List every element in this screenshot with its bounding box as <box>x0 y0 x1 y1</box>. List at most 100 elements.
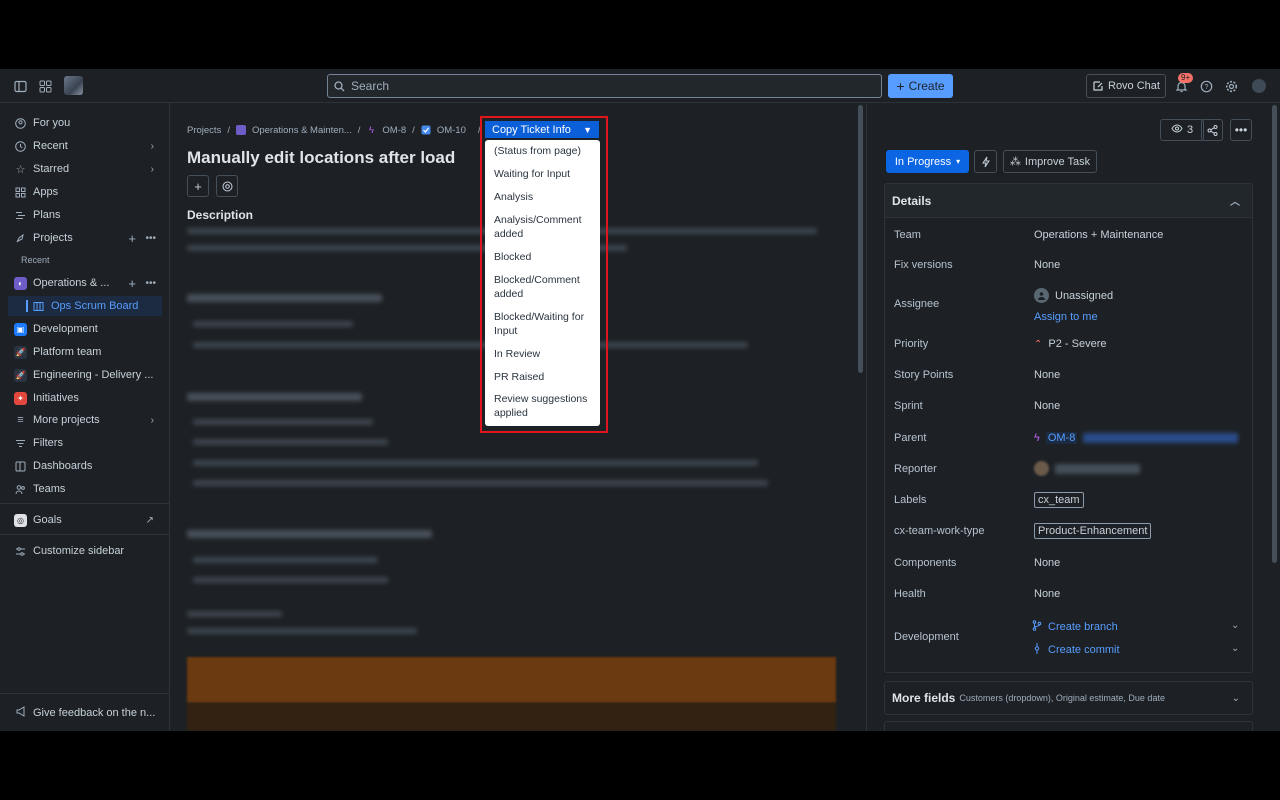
apps-button[interactable] <box>216 175 238 197</box>
settings-gear-icon[interactable] <box>1223 78 1239 94</box>
priority-value[interactable]: ⌃ P2 - Severe <box>1034 338 1106 350</box>
chevron-right-icon: › <box>150 414 154 426</box>
sidebar-toggle-icon[interactable] <box>12 78 28 94</box>
create-commit-label: Create commit <box>1048 644 1120 656</box>
fix-versions-value[interactable]: None <box>1034 259 1060 271</box>
project-icon: ▣ <box>14 322 27 336</box>
assignee-value[interactable]: Unassigned <box>1034 288 1113 303</box>
improve-task-button[interactable]: ⁂ Improve Task <box>1003 150 1097 173</box>
automation-button[interactable] <box>974 150 997 173</box>
team-value[interactable]: Operations + Maintenance <box>1034 229 1163 241</box>
sidebar-item-project-operations[interactable]: ◐ Operations & ... + ••• <box>8 273 162 293</box>
health-value[interactable]: None <box>1034 588 1060 600</box>
main-scrollbar[interactable] <box>858 105 863 373</box>
details-header[interactable]: Details ︿ <box>885 184 1252 218</box>
help-icon[interactable]: ? <box>1198 78 1214 94</box>
chevron-down-icon[interactable]: ⌄ <box>1231 620 1239 631</box>
create-button[interactable]: + Create <box>888 74 953 98</box>
search-input[interactable] <box>351 79 851 93</box>
dropdown-arrow-icon: ▼ <box>583 124 592 135</box>
assign-to-me-link[interactable]: Assign to me <box>1034 311 1098 323</box>
panel-scrollbar[interactable] <box>1272 105 1277 563</box>
more-options-icon[interactable]: ••• <box>145 278 156 289</box>
sidebar-item-projects[interactable]: Projects + ••• <box>8 228 162 248</box>
sidebar-item-initiatives[interactable]: ✦ Initiatives <box>8 388 162 408</box>
labels-value[interactable]: cx_team <box>1034 492 1084 508</box>
copy-ticket-info-button[interactable]: Copy Ticket Info ▼ <box>485 121 599 138</box>
redacted-text <box>193 439 388 445</box>
sidebar-item-dashboards[interactable]: Dashboards <box>8 456 162 476</box>
parent-value[interactable]: ϟ OM-8 <box>1034 432 1239 444</box>
menu-item-analysis-comment-added[interactable]: Analysis/Comment added <box>494 214 594 241</box>
sidebar-item-filters[interactable]: Filters <box>8 433 162 453</box>
external-link-icon[interactable]: ↗ <box>146 515 154 526</box>
issue-title[interactable]: Manually edit locations after load <box>187 148 455 168</box>
board-icon <box>32 300 45 313</box>
sidebar-item-customize[interactable]: Customize sidebar <box>8 541 162 561</box>
more-actions-button[interactable]: ••• <box>1230 119 1252 141</box>
reporter-value[interactable] <box>1034 461 1140 476</box>
sidebar-item-more-projects[interactable]: ≡ More projects › <box>8 410 162 430</box>
search-icon <box>334 80 345 91</box>
list-icon: ≡ <box>17 414 24 426</box>
components-value[interactable]: None <box>1034 557 1060 569</box>
eye-icon <box>1171 124 1183 136</box>
share-button[interactable] <box>1201 119 1223 141</box>
app-switcher-icon[interactable] <box>37 78 53 94</box>
priority-label: Priority <box>894 338 929 350</box>
sidebar-item-label: Initiatives <box>33 392 79 404</box>
menu-item-waiting-for-input[interactable]: Waiting for Input <box>494 168 594 182</box>
add-content-button[interactable]: + <box>187 175 209 197</box>
work-type-value[interactable]: Product-Enhancement <box>1034 523 1152 539</box>
top-navigation-bar: + Create Rovo Chat 9+ ? <box>0 69 1280 103</box>
create-commit-link[interactable]: Create commit <box>1032 643 1120 657</box>
breadcrumb-project[interactable]: Operations & Mainten... <box>252 125 352 136</box>
sidebar-item-ops-scrum-board[interactable]: Ops Scrum Board <box>8 296 162 316</box>
menu-item-in-review[interactable]: In Review <box>494 348 594 362</box>
user-avatar[interactable] <box>1252 79 1266 93</box>
story-points-value[interactable]: None <box>1034 369 1060 381</box>
sidebar-item-label: Projects <box>33 232 73 244</box>
give-feedback-button[interactable]: Give feedback on the n... <box>0 693 170 731</box>
rovo-chat-button[interactable]: Rovo Chat <box>1086 74 1166 98</box>
site-logo[interactable] <box>64 76 83 95</box>
more-options-icon[interactable]: ••• <box>145 233 156 244</box>
sidebar-item-for-you[interactable]: For you <box>8 113 162 133</box>
sidebar-item-label: Teams <box>33 483 66 495</box>
search-bar[interactable] <box>327 74 882 98</box>
sidebar-item-teams[interactable]: Teams <box>8 479 162 499</box>
sidebar-item-label: Engineering - Delivery ... <box>33 369 154 381</box>
menu-item-status-from-page[interactable]: (Status from page) <box>494 145 594 159</box>
menu-item-review-suggestions-applied[interactable]: Review suggestions applied <box>494 393 594 420</box>
sidebar-item-development[interactable]: ▣ Development <box>8 319 162 339</box>
sidebar-item-engineering-delivery[interactable]: 🚀 Engineering - Delivery ... <box>8 365 162 385</box>
add-icon[interactable]: + <box>128 276 136 291</box>
epic-lightning-icon: ϟ <box>1034 432 1040 444</box>
menu-item-blocked-waiting-for-input[interactable]: Blocked/Waiting for Input <box>494 311 594 338</box>
more-fields-section[interactable]: More fields Customers (dropdown), Origin… <box>884 681 1253 715</box>
star-icon: ☆ <box>15 163 26 176</box>
sprint-value[interactable]: None <box>1034 400 1060 412</box>
create-branch-link[interactable]: Create branch <box>1032 620 1118 634</box>
sidebar-item-apps[interactable]: Apps <box>8 182 162 202</box>
breadcrumb-parent[interactable]: OM-8 <box>382 125 406 136</box>
add-project-icon[interactable]: + <box>128 231 136 246</box>
notification-count-badge: 9+ <box>1178 73 1194 83</box>
breadcrumb-issue-key[interactable]: OM-10 <box>437 125 466 136</box>
menu-item-analysis[interactable]: Analysis <box>494 191 594 205</box>
sidebar-item-goals[interactable]: ◎ Goals ↗ <box>8 510 162 530</box>
menu-item-blocked-comment-added[interactable]: Blocked/Comment added <box>494 274 594 301</box>
status-transition-button[interactable]: In Progress ▾ <box>886 150 969 173</box>
sidebar-item-recent[interactable]: Recent › <box>8 136 162 156</box>
label-tag[interactable]: cx_team <box>1034 492 1084 508</box>
work-type-tag[interactable]: Product-Enhancement <box>1034 523 1152 539</box>
branch-icon <box>1032 620 1042 634</box>
sidebar-item-plans[interactable]: Plans <box>8 205 162 225</box>
menu-item-pr-raised[interactable]: PR Raised <box>494 371 594 385</box>
menu-item-blocked[interactable]: Blocked <box>494 251 594 265</box>
sidebar-item-starred[interactable]: ☆ Starred › <box>8 159 162 179</box>
breadcrumb-projects[interactable]: Projects <box>187 125 221 136</box>
watchers-button[interactable]: 3 <box>1160 119 1204 141</box>
sidebar-item-platform-team[interactable]: 🚀 Platform team <box>8 342 162 362</box>
chevron-down-icon[interactable]: ⌄ <box>1231 643 1239 654</box>
